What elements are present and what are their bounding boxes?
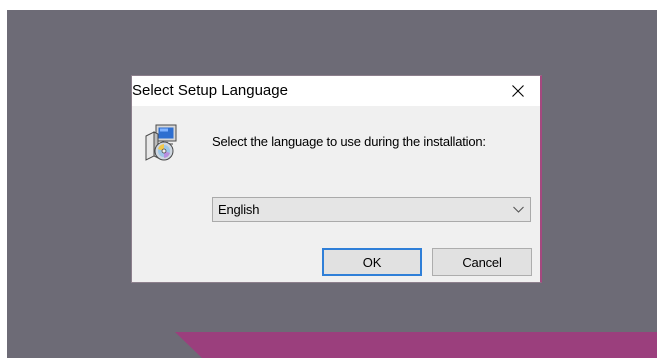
language-prompt: Select the language to use during the in…: [212, 134, 486, 149]
close-button[interactable]: [496, 76, 540, 106]
select-setup-language-dialog: Select Setup Language Select the languag…: [131, 75, 542, 283]
setup-installer-icon: [145, 124, 177, 161]
ok-button[interactable]: OK: [322, 248, 422, 276]
cancel-button[interactable]: Cancel: [432, 248, 532, 276]
language-select-value: English: [218, 202, 260, 217]
desktop-background: Select Setup Language Select the languag…: [7, 10, 657, 358]
dialog-titlebar[interactable]: Select Setup Language: [132, 76, 540, 106]
chevron-down-icon: [513, 206, 524, 213]
dialog-title: Select Setup Language: [132, 82, 288, 99]
close-icon: [512, 85, 524, 97]
language-select[interactable]: English: [212, 197, 531, 222]
